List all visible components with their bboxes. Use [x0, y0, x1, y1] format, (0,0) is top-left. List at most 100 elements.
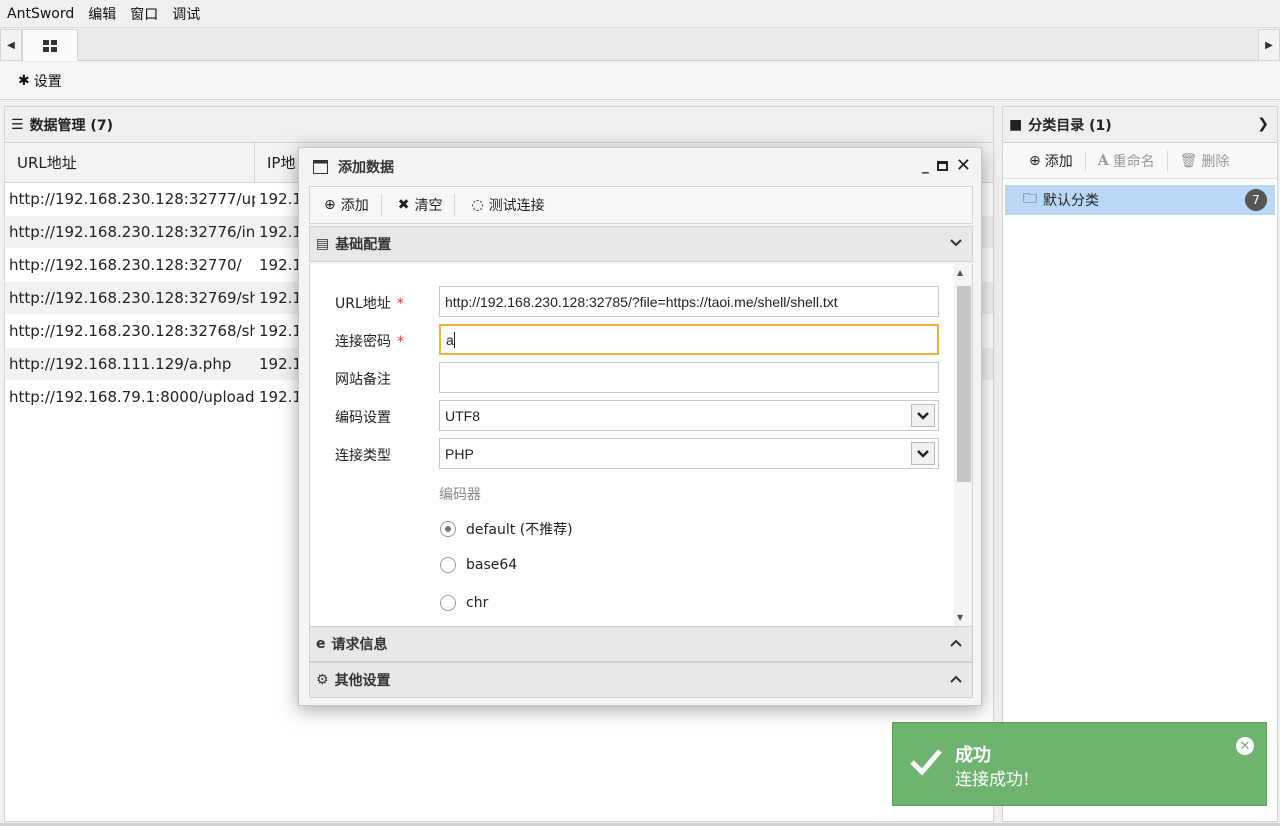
ie-icon: e [316, 636, 326, 652]
category-item-default[interactable]: 🗀 默认分类 7 [1005, 185, 1275, 215]
tab-scroll-right-icon[interactable]: ▶ [1258, 29, 1280, 61]
category-panel-title: 分类目录 (1) [1028, 117, 1112, 134]
radio-unchecked-icon [440, 595, 456, 611]
tab-bar: ◀ ▶ [0, 29, 1280, 61]
url-field[interactable]: http://192.168.230.128:32785/?file=https… [439, 286, 939, 317]
encoder-option-label: chr [466, 595, 489, 611]
url-cell: http://192.168.230.128:32768/she [9, 322, 255, 340]
spinner-icon: ◌ [471, 197, 484, 213]
grid-icon [43, 39, 57, 52]
add-category-label: 添加 [1044, 153, 1073, 170]
url-cell: http://192.168.230.128:32769/she [9, 289, 255, 307]
encoding-select[interactable]: UTF8 [439, 400, 939, 431]
url-cell: http://192.168.79.1:8000/upload.p [9, 388, 255, 406]
password-field-value: a [446, 331, 454, 348]
other-settings-section-header[interactable]: ⚙ 其他设置 [309, 662, 973, 698]
encoder-radio-default[interactable]: default (不推荐) [440, 519, 573, 539]
request-info-section-header[interactable]: e 请求信息 [309, 626, 973, 662]
chevron-down-icon[interactable] [911, 404, 935, 427]
folder-icon: ■ [1009, 116, 1023, 133]
menu-antsword[interactable]: AntSword [0, 6, 81, 22]
basic-config-title: 基础配置 [335, 237, 392, 253]
category-toolbar: ⊕ 添加 A 重命名 🗑 删除 [1003, 143, 1277, 179]
dialog-toolbar: ⊕ 添加 ✖ 清空 ◌ 测试连接 [309, 186, 973, 224]
note-field[interactable] [439, 362, 939, 393]
trash-icon: 🗑 [1179, 152, 1198, 169]
toolbar-divider [380, 194, 382, 216]
chevron-up-icon [950, 675, 962, 683]
encoder-label: 编码器 [439, 487, 481, 503]
rename-category-button[interactable]: A 重命名 [1090, 151, 1163, 171]
checkmark-icon [910, 749, 942, 776]
rename-category-label: 重命名 [1112, 153, 1155, 170]
basic-config-section-header[interactable]: ▤ 基础配置 [309, 226, 973, 262]
clear-button[interactable]: ✖ 清空 [396, 195, 455, 215]
test-connection-button[interactable]: ◌ 测试连接 [469, 195, 556, 215]
menubar: AntSword 编辑 窗口 调试 [0, 0, 1280, 28]
request-info-title: 请求信息 [331, 637, 388, 653]
url-cell: http://192.168.230.128:32776/inc [9, 223, 255, 241]
add-button[interactable]: ⊕ 添加 [322, 195, 381, 215]
scroll-up-icon[interactable]: ▲ [957, 268, 963, 277]
menu-debug[interactable]: 调试 [165, 4, 207, 24]
success-toast: 成功 连接成功! ✕ [892, 722, 1267, 806]
add-label: 添加 [340, 198, 369, 214]
dialog-titlebar[interactable]: 添加数据 [299, 148, 981, 186]
chevron-down-icon[interactable] [911, 442, 935, 465]
url-field-value: http://192.168.230.128:32785/?file=https… [445, 293, 838, 310]
x-icon: ✖ [397, 197, 410, 213]
toast-message: 连接成功! [955, 770, 1030, 790]
document-icon: ▤ [316, 236, 330, 252]
dialog-title: 添加数据 [338, 160, 394, 176]
tab-home[interactable] [22, 29, 78, 61]
column-header-url[interactable]: URL地址 [5, 143, 255, 182]
minimize-icon[interactable]: _ [922, 158, 929, 174]
password-field[interactable]: a [439, 324, 939, 355]
settings-label: 设置 [33, 73, 62, 90]
radio-checked-icon [440, 521, 456, 537]
menu-window[interactable]: 窗口 [123, 4, 165, 24]
gears-icon: ⚙ [316, 672, 329, 688]
toolbar-divider [454, 194, 456, 216]
toolbar-divider [1166, 150, 1168, 171]
chevron-up-icon [950, 639, 962, 647]
delete-category-button[interactable]: 🗑 删除 [1172, 151, 1238, 171]
close-icon[interactable]: ✕ [956, 157, 971, 175]
basic-config-form: URL地址 * http://192.168.230.128:32785/?fil… [309, 264, 973, 626]
maximize-icon[interactable] [936, 161, 948, 171]
encoder-option-label: default (不推荐) [466, 522, 573, 538]
type-select[interactable]: PHP [439, 438, 939, 469]
category-panel: ■ 分类目录 (1) ❯ ⊕ 添加 A 重命名 🗑 删除 🗀 默认分类 7 [1002, 106, 1278, 822]
category-panel-header: ■ 分类目录 (1) ❯ [1003, 107, 1277, 143]
form-scrollbar[interactable]: ▲ ▼ [954, 264, 972, 626]
plus-circle-icon: ⊕ [324, 197, 336, 213]
chevron-down-icon [950, 239, 962, 247]
close-icon[interactable]: ✕ [1236, 737, 1254, 755]
chevron-right-icon[interactable]: ❯ [1257, 116, 1269, 132]
clear-label: 清空 [414, 198, 443, 214]
settings-button[interactable]: ✱ 设置 [18, 71, 62, 91]
url-field-label: URL地址 * [335, 296, 404, 312]
toast-title: 成功 [955, 745, 991, 766]
radio-unchecked-icon [440, 557, 456, 573]
type-field-label: 连接类型 [335, 448, 391, 464]
add-category-button[interactable]: ⊕ 添加 [1021, 151, 1081, 171]
folder-open-icon: 🗀 [1023, 191, 1037, 207]
category-item-label: 默认分类 [1043, 193, 1099, 209]
font-icon: A [1097, 152, 1109, 169]
type-select-value: PHP [445, 445, 474, 462]
menu-edit[interactable]: 编辑 [81, 4, 123, 24]
scrollbar-thumb[interactable] [957, 286, 971, 482]
encoder-radio-chr[interactable]: chr [440, 595, 488, 611]
data-panel-header: ☰ 数据管理 (7) [5, 107, 993, 143]
plus-circle-icon: ⊕ [1029, 152, 1041, 169]
gear-icon: ✱ [18, 72, 30, 89]
other-settings-title: 其他设置 [334, 673, 391, 689]
encoding-select-value: UTF8 [445, 407, 480, 424]
encoder-radio-base64[interactable]: base64 [440, 557, 517, 573]
url-cell: http://192.168.230.128:32777/upl [9, 190, 255, 208]
window-icon [313, 160, 328, 174]
test-connection-label: 测试连接 [488, 198, 545, 214]
tab-scroll-left-icon[interactable]: ◀ [0, 29, 22, 61]
scroll-down-icon[interactable]: ▼ [957, 613, 963, 622]
